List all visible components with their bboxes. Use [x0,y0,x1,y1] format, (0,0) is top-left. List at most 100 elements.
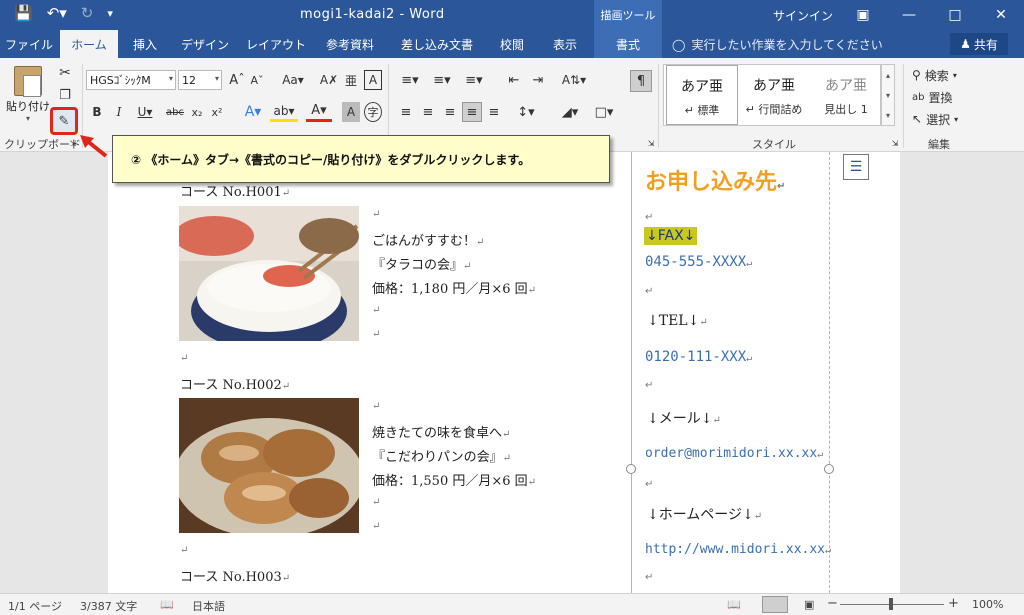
ribbon-display-icon[interactable]: ▣ [840,0,886,30]
save-icon[interactable]: 💾 [14,4,33,22]
tab-home[interactable]: ホーム [60,30,118,58]
tab-insert[interactable]: 挿入 [120,30,170,58]
decrease-indent-icon[interactable]: ⇤ [504,70,524,90]
course-2-line-3: 価格：1,550 円／月×6 回↵ [372,474,537,489]
styles-scroll[interactable]: ▴ ▾ ▾ [881,64,895,126]
phonetic-guide-icon[interactable]: 亜 [342,70,360,90]
style-sample: あア亜 [681,79,723,95]
print-layout-icon[interactable] [762,596,788,613]
line-spacing-icon[interactable]: ↕▾ [512,102,540,122]
bullets-icon[interactable]: ≡▾ [396,70,424,90]
paste-button[interactable]: 貼り付け ▾ [6,66,50,123]
tab-layout[interactable]: レイアウト [240,30,312,58]
person-icon: ♟ [960,37,971,51]
cut-icon[interactable]: ✂ [56,64,74,82]
find-button[interactable]: ⚲ 検索 ▾ [912,66,957,84]
numbering-icon[interactable]: ≡▾ [428,70,456,90]
chevron-up-icon[interactable]: ▴ [886,71,890,80]
word-count[interactable]: 3/387 文字 [80,598,137,614]
resize-handle[interactable] [626,464,636,474]
more-icon[interactable]: ▾ [886,111,890,120]
zoom-level[interactable]: 100% [972,598,1003,611]
align-left-icon[interactable]: ≡ [396,102,416,122]
subscript-icon[interactable]: x₂ [188,102,206,122]
redo-icon[interactable]: ↻ [81,4,94,22]
tab-file[interactable]: ファイル [0,30,58,58]
shrink-font-icon[interactable]: Aˇ [248,70,266,90]
zoom-in-icon[interactable]: + [948,596,959,611]
page-count[interactable]: 1/1 ページ [8,598,62,614]
tab-review[interactable]: 校閲 [488,30,536,58]
font-name-combo[interactable]: HGSｺﾞｼｯｸM ▾ [86,70,176,90]
align-right-icon[interactable]: ≡ [440,102,460,122]
paragraph-mark: ↵ [372,209,381,220]
chevron-down-icon[interactable]: ▾ [886,91,890,100]
text-direction-icon[interactable]: A⇅▾ [560,70,588,90]
align-center-icon[interactable]: ≡ [418,102,438,122]
multilevel-list-icon[interactable]: ≡▾ [460,70,488,90]
enclose-characters-icon[interactable]: 字 [364,102,382,122]
dialog-launcher-icon[interactable]: ⇲ [646,138,656,148]
resize-handle[interactable] [824,464,834,474]
minimize-icon[interactable]: — [886,0,932,30]
borders-icon[interactable]: □▾ [590,102,618,122]
dialog-launcher-icon[interactable]: ⇲ [68,138,78,148]
replace-icon: ab [912,91,925,103]
copy-icon[interactable]: ❐ [56,86,74,104]
window-controls: ▣ — □ ✕ [840,0,1024,30]
underline-icon[interactable]: U▾ [132,102,158,122]
maximize-icon[interactable]: □ [932,0,978,30]
ribbon-tabs: ファイル ホーム 挿入 デザイン レイアウト 参考資料 差し込み文書 校閲 表示… [0,30,1024,58]
strikethrough-icon[interactable]: abc [164,102,186,122]
paragraph-mark: ↵ [645,212,654,223]
show-marks-icon[interactable]: ¶ [630,70,652,92]
zoom-out-icon[interactable]: − [827,596,838,611]
signin-link[interactable]: サインイン [773,7,833,24]
web-layout-icon[interactable]: ▣ [804,598,814,611]
style-normal[interactable]: あア亜 ↵ 標準 [666,65,738,125]
superscript-icon[interactable]: x² [208,102,226,122]
replace-button[interactable]: ab 置換 [912,88,953,106]
tab-mailings[interactable]: 差し込み文書 [388,30,486,58]
select-label: 選択 [926,112,951,127]
format-painter-button[interactable]: ✎ [50,107,78,135]
close-icon[interactable]: ✕ [978,0,1024,30]
character-shading-icon[interactable]: A [342,102,360,122]
character-border-icon[interactable]: A [364,70,382,90]
clear-format-icon[interactable]: A✗ [320,70,338,90]
style-heading-1[interactable]: あア亜 見出し 1 [810,65,882,125]
change-case-icon[interactable]: Aa▾ [278,70,308,90]
increase-indent-icon[interactable]: ⇥ [528,70,548,90]
paragraph-mark: ↵ [180,353,189,364]
proofing-icon[interactable]: 📖 [160,598,174,611]
bold-icon[interactable]: B [88,102,106,122]
tab-format[interactable]: 書式 [594,30,662,58]
tab-view[interactable]: 表示 [538,30,592,58]
font-color-icon[interactable]: A▾ [306,102,332,122]
language-indicator[interactable]: 日本語 [192,598,225,614]
tell-me-box[interactable]: ◯ 実行したい作業を入力してください [672,36,883,53]
read-mode-icon[interactable]: 📖 [727,598,741,611]
paragraph-mark: ↵ [372,329,381,340]
course-1-line-3: 価格：1,180 円／月×6 回↵ [372,282,537,297]
highlight-icon[interactable]: ab▾ [270,102,298,122]
zoom-thumb[interactable] [889,598,893,610]
tab-references[interactable]: 参考資料 [314,30,386,58]
distributed-icon[interactable]: ≡ [484,102,504,122]
shading-icon[interactable]: ◢▾ [556,102,584,122]
font-size-combo[interactable]: 12 ▾ [178,70,222,90]
layout-options-icon[interactable]: ☰ [843,154,869,180]
tab-design[interactable]: デザイン [172,30,238,58]
justify-icon[interactable]: ≡ [462,102,482,122]
bread-basket-image[interactable] [179,398,359,533]
dialog-launcher-icon[interactable]: ⇲ [890,138,900,148]
grow-font-icon[interactable]: Aˆ [228,70,246,90]
customize-qat-icon[interactable]: ▾ [107,4,113,22]
undo-icon[interactable]: ↶▾ [47,4,67,22]
italic-icon[interactable]: I [110,102,128,122]
share-button[interactable]: ♟ 共有 [950,33,1008,55]
style-no-spacing[interactable]: あア亜 ↵ 行間詰め [738,65,810,125]
select-button[interactable]: ↖ 選択 ▾ [912,110,958,128]
text-effects-icon[interactable]: A▾ [240,102,266,122]
tarako-rice-image[interactable] [179,206,359,341]
